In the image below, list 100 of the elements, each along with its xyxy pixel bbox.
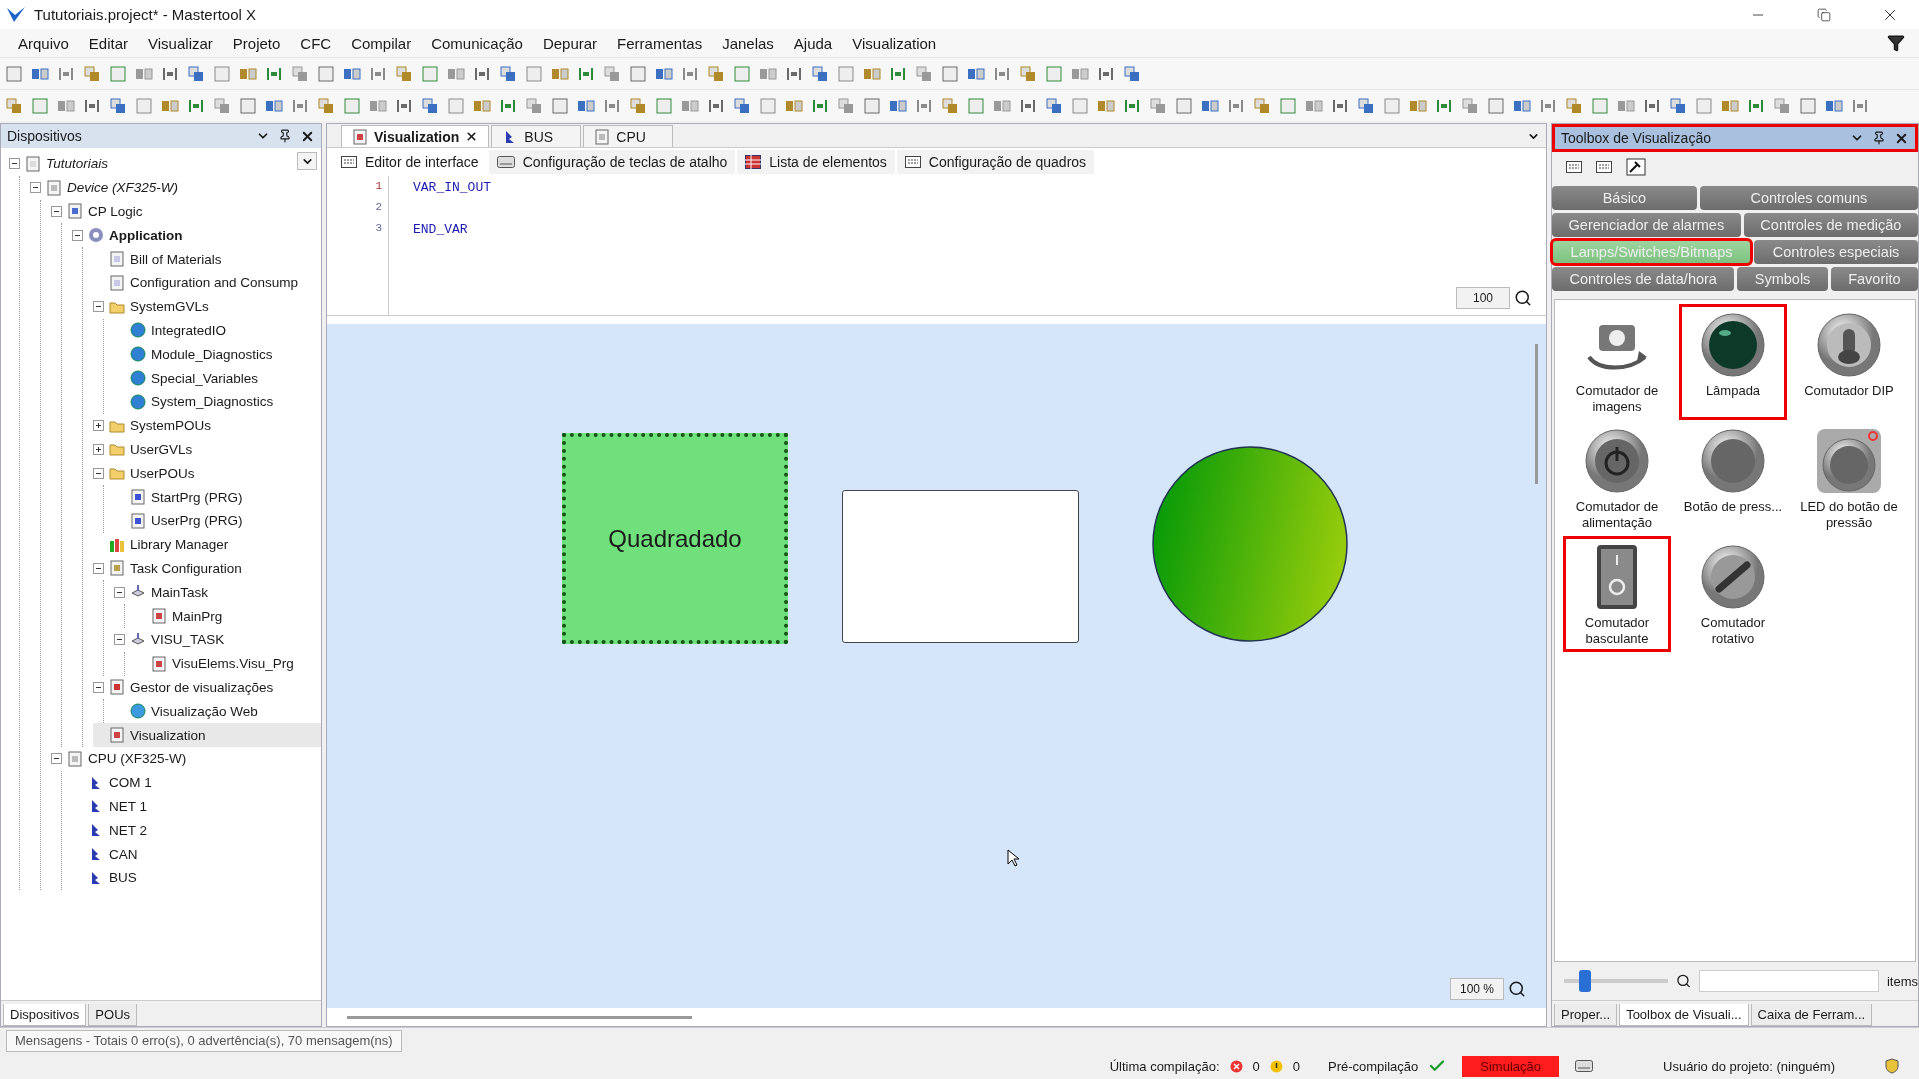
tree-item[interactable]: UserPrg (PRG) — [151, 513, 243, 529]
tool-icon[interactable] — [212, 95, 232, 116]
tool-icon[interactable] — [732, 95, 752, 116]
pin-icon[interactable] — [1872, 131, 1886, 145]
tree-item[interactable]: Module_Diagnostics — [151, 346, 273, 362]
tool-icon[interactable] — [836, 95, 856, 116]
toolbox-item[interactable]: Comutador de imagens — [1566, 383, 1668, 415]
editor-subtab[interactable]: Lista de elementos — [737, 150, 895, 174]
tool-icon[interactable] — [238, 95, 258, 116]
tool-icon[interactable] — [316, 95, 336, 116]
toolbox-item[interactable]: Comutador de alimentação — [1566, 499, 1668, 531]
tool-icon[interactable] — [394, 63, 414, 84]
tool-icon[interactable] — [1174, 95, 1194, 116]
tree-item[interactable]: CP Logic — [88, 204, 143, 219]
restore-icon[interactable] — [1817, 7, 1831, 22]
tree-item[interactable]: BUS — [109, 870, 137, 886]
tool-icon[interactable] — [810, 63, 830, 84]
tree-item[interactable]: SystemGVLs — [130, 299, 209, 315]
tree-item[interactable]: IntegratedIO — [151, 322, 227, 338]
rectangle-element[interactable]: Quadradado — [562, 433, 788, 644]
tool-icon[interactable] — [1252, 95, 1272, 116]
editor-subtab[interactable]: Configuração de quadros — [896, 150, 1095, 174]
tree-item[interactable]: SystemPOUs — [130, 418, 211, 434]
tool-icon[interactable] — [186, 63, 206, 84]
tree-item[interactable]: Task Configuration — [130, 560, 242, 576]
tool-icon[interactable] — [940, 63, 960, 84]
tree-item[interactable]: Application — [109, 227, 183, 243]
toolbox-item[interactable]: LED do botão de pressão — [1798, 499, 1900, 531]
tool-icon[interactable] — [1798, 95, 1818, 116]
tree-item[interactable]: Configuration and Consump — [130, 275, 299, 291]
tool-icon[interactable] — [316, 63, 336, 84]
tool-icon[interactable] — [498, 63, 518, 84]
tool-icon[interactable] — [1486, 95, 1506, 116]
tree-item[interactable]: Library Manager — [130, 537, 229, 553]
tool-icon[interactable] — [4, 63, 24, 84]
filter-icon[interactable] — [1887, 34, 1905, 52]
pin-icon[interactable] — [278, 129, 292, 143]
tool-icon[interactable] — [108, 95, 128, 116]
tool-icon[interactable] — [1018, 63, 1038, 84]
tree-item[interactable]: UserGVLs — [130, 441, 193, 457]
tree-item[interactable]: UserPOUs — [130, 465, 195, 481]
tree-item[interactable]: CAN — [109, 846, 138, 862]
category-tab[interactable]: Básico — [1552, 186, 1697, 210]
tool-icon[interactable] — [82, 63, 102, 84]
menu-item[interactable]: Arquivo — [8, 34, 79, 52]
editor-tab[interactable]: Visualization — [341, 125, 490, 147]
category-tab[interactable]: Gerenciador de alarmes — [1552, 213, 1741, 237]
menu-item[interactable]: CFC — [290, 34, 342, 52]
zoom-field[interactable]: 100 — [1456, 287, 1510, 309]
rectangle-element[interactable] — [842, 490, 1079, 643]
menu-item[interactable]: Ajuda — [783, 34, 843, 52]
category-tab[interactable]: Symbols — [1737, 267, 1828, 291]
tool-icon[interactable] — [1772, 95, 1792, 116]
zoom-icon[interactable] — [1508, 980, 1526, 998]
dropdown-button[interactable] — [297, 152, 317, 170]
category-tab[interactable]: Controles de medição — [1743, 213, 1918, 237]
tree-item[interactable]: Tututoriais — [46, 156, 109, 172]
collapse-icon[interactable] — [114, 634, 125, 646]
expand-icon[interactable] — [93, 443, 104, 455]
tree-item[interactable]: Gestor de visualizações — [130, 679, 274, 695]
menu-item[interactable]: Projeto — [222, 34, 291, 52]
lamp-element[interactable] — [1151, 445, 1349, 643]
tool-icon[interactable] — [1122, 63, 1142, 84]
tool-icon[interactable] — [862, 95, 882, 116]
collapse-icon[interactable] — [9, 158, 20, 170]
zoom-icon[interactable] — [1514, 289, 1532, 307]
tree-item[interactable]: NET 1 — [109, 798, 147, 814]
tool-icon[interactable] — [1564, 95, 1584, 116]
collapse-icon[interactable] — [93, 681, 104, 693]
tool-icon[interactable] — [4, 95, 24, 116]
tool-icon[interactable] — [914, 63, 934, 84]
menu-item[interactable]: Editar — [78, 34, 139, 52]
tree-item[interactable]: VisuElems.Visu_Prg — [172, 656, 294, 672]
menu-item[interactable]: Compilar — [341, 34, 422, 52]
panel-tab[interactable]: Proper... — [1554, 1004, 1618, 1026]
menu-item[interactable]: Comunicação — [421, 34, 533, 52]
tool-icon[interactable] — [1356, 95, 1376, 116]
menu-item[interactable]: Ferramentas — [607, 34, 713, 52]
collapse-icon[interactable] — [114, 586, 125, 598]
panel-tab[interactable]: POUs — [88, 1004, 138, 1026]
collapse-icon[interactable] — [93, 562, 104, 574]
editor-tab[interactable]: CPU — [583, 125, 674, 147]
editor-tab[interactable]: BUS — [491, 125, 582, 147]
tree-item[interactable]: CPU (XF325-W) — [88, 751, 187, 767]
menu-item[interactable]: Visualization — [842, 34, 947, 52]
slider-thumb[interactable] — [1578, 970, 1591, 992]
tree-item[interactable]: Device (XF325-W) — [67, 180, 179, 196]
messages-tab[interactable]: Mensagens - Totais 0 erro(s), 0 advertência(s), 70 mensagem(ns) — [6, 1029, 402, 1052]
panel-tab[interactable]: Dispositivos — [3, 1004, 87, 1026]
tool-icon[interactable] — [628, 95, 648, 116]
collapse-icon[interactable] — [51, 206, 62, 217]
panel-tab[interactable]: Toolbox de Visuali... — [1619, 1004, 1749, 1026]
category-tab[interactable]: Controles de data/hora — [1552, 267, 1735, 291]
category-tab[interactable]: Controles comuns — [1699, 186, 1918, 210]
tool-icon[interactable] — [602, 63, 622, 84]
tool-icon[interactable] — [550, 95, 570, 116]
tool-icon[interactable] — [1044, 95, 1064, 116]
expand-icon[interactable] — [93, 420, 104, 432]
tool-icon[interactable] — [706, 63, 726, 84]
category-tab[interactable]: Favorito — [1830, 267, 1918, 291]
